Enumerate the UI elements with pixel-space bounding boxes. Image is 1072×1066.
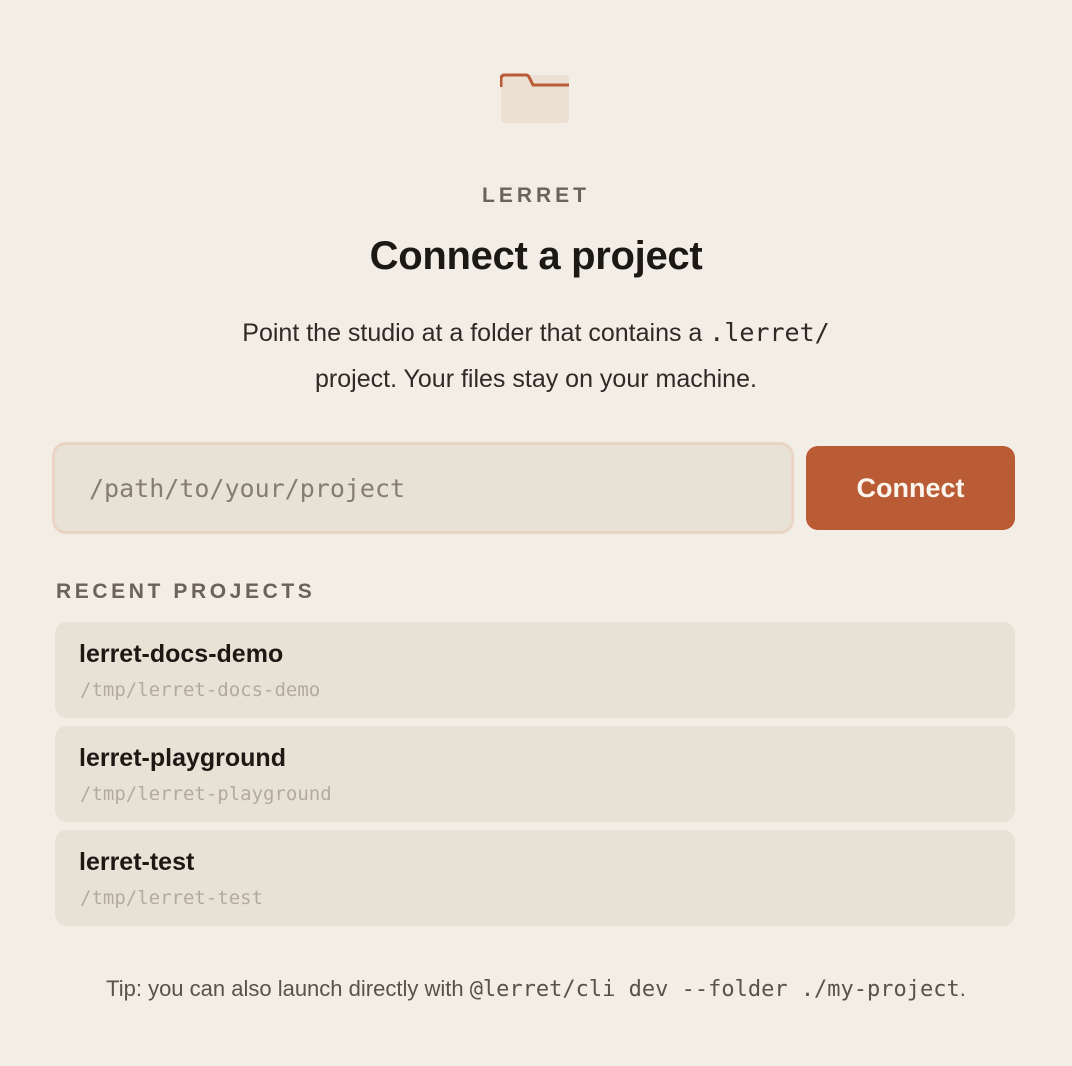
description-text-end: project. Your files stay on your machine…: [315, 365, 757, 393]
recent-project-item[interactable]: lerret-test /tmp/lerret-test: [55, 830, 1015, 926]
tip-command: @lerret/cli dev --folder ./my-project: [469, 977, 960, 1002]
recent-project-path: /tmp/lerret-playground: [80, 783, 332, 805]
description-text: Point the studio at a folder that contai…: [242, 319, 703, 347]
page-description: Point the studio at a folder that contai…: [186, 310, 886, 402]
recent-project-item[interactable]: lerret-docs-demo /tmp/lerret-docs-demo: [55, 622, 1015, 718]
connect-button[interactable]: Connect: [806, 446, 1015, 530]
recent-projects-list: lerret-docs-demo /tmp/lerret-docs-demo l…: [55, 622, 1015, 934]
tip-text: Tip: you can also launch directly with: [106, 976, 464, 1001]
description-code: .lerret/: [709, 318, 830, 347]
recent-project-path: /tmp/lerret-docs-demo: [80, 679, 321, 701]
page-title: Connect a project: [369, 234, 703, 278]
tip-text-end: .: [959, 976, 966, 1001]
recent-project-path: /tmp/lerret-test: [80, 887, 264, 909]
recent-project-name: lerret-playground: [79, 744, 286, 772]
brand-label: LERRET: [482, 184, 590, 207]
cli-tip: Tip: you can also launch directly with @…: [0, 976, 1072, 1002]
folder-icon: [500, 73, 569, 123]
recent-project-name: lerret-test: [79, 848, 195, 876]
recent-project-name: lerret-docs-demo: [79, 640, 284, 668]
recent-project-item[interactable]: lerret-playground /tmp/lerret-playground: [55, 726, 1015, 822]
project-path-input[interactable]: [52, 442, 794, 534]
recent-projects-heading: RECENT PROJECTS: [56, 580, 316, 603]
